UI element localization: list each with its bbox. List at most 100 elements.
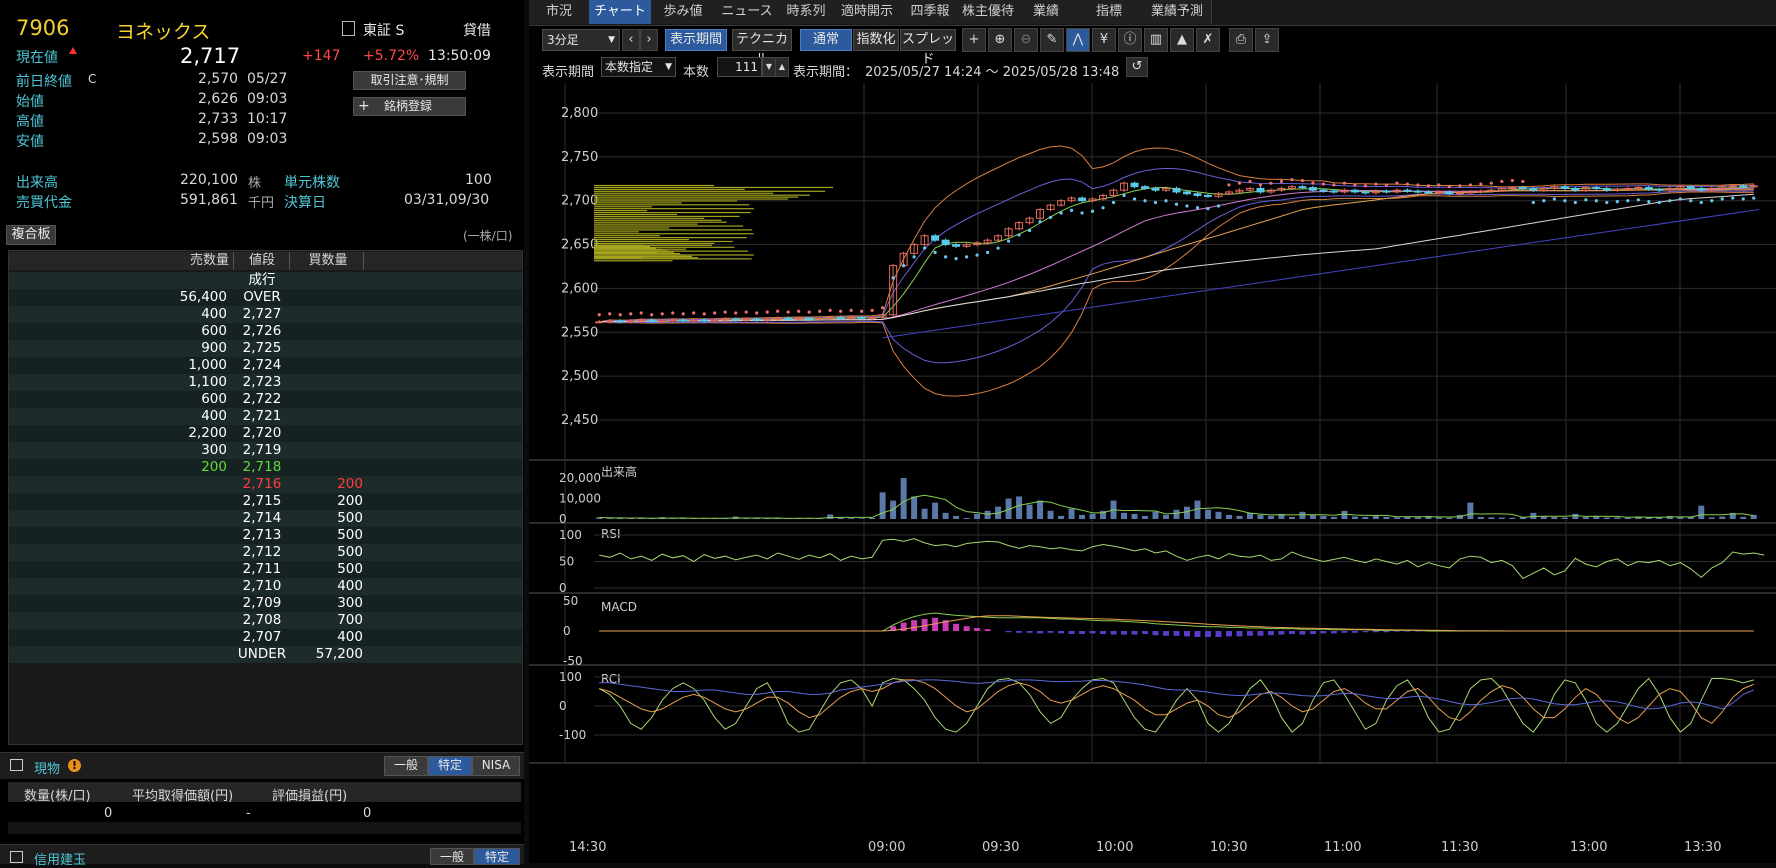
period-button[interactable]: 表示期間	[665, 29, 727, 51]
parabolic-sar-dot	[965, 255, 968, 258]
volume-bar	[1215, 512, 1221, 519]
trend-icon[interactable]: ⋀	[1066, 28, 1090, 52]
chart-tab[interactable]: 指標	[1075, 0, 1144, 24]
orderbook-row[interactable]: 2,712 500	[9, 544, 522, 561]
orderbook-row[interactable]: 400 2,721	[9, 408, 522, 425]
chart-tab[interactable]: 業績	[1017, 0, 1076, 24]
candle-icon[interactable]: ▥	[1144, 28, 1168, 52]
print-icon[interactable]: ⎙	[1229, 28, 1253, 52]
orderbook-row[interactable]: 600 2,722	[9, 391, 522, 408]
volume-bar	[1698, 506, 1704, 519]
margin-tab-specific[interactable]: 特定	[474, 848, 520, 865]
export-icon[interactable]: ⇪	[1255, 28, 1279, 52]
candle	[1362, 192, 1369, 193]
orderbook-row[interactable]: 2,716 200	[9, 476, 522, 493]
orderbook-row[interactable]: 2,710 400	[9, 578, 522, 595]
zoom-out-icon[interactable]: ⊖	[1014, 28, 1038, 52]
holdings-avg-header: 平均取得価額(円)	[132, 785, 233, 804]
wrench-icon[interactable]: ✗	[1196, 28, 1220, 52]
macd-histogram-bar	[1027, 631, 1033, 633]
chart-tab[interactable]: ニュース	[715, 0, 780, 24]
macd-histogram-bar	[1352, 631, 1358, 633]
window-icon[interactable]	[10, 759, 23, 771]
info-icon[interactable]: ⓘ	[1118, 28, 1142, 52]
chart-tab[interactable]: 適時開示	[833, 0, 902, 24]
volume-bar	[985, 511, 991, 519]
candle	[1173, 188, 1180, 192]
stock-code: 7906	[16, 16, 69, 40]
holdings-tab-general[interactable]: 一般	[384, 756, 428, 776]
volume-bar	[943, 513, 949, 519]
chart-tab[interactable]: 株主優待	[959, 0, 1018, 24]
normal-button[interactable]: 通常	[800, 29, 852, 51]
chart-tab[interactable]: チャート	[589, 0, 652, 24]
volume-bar	[1740, 517, 1746, 519]
orderbook-title[interactable]: 複合板	[6, 225, 56, 245]
pencil-icon[interactable]: ✎	[1040, 28, 1064, 52]
orderbook-row[interactable]: 2,707 400	[9, 629, 522, 646]
holdings-tab-specific[interactable]: 特定	[428, 756, 472, 776]
add-watchlist-button[interactable]: + 銘柄登録	[353, 97, 466, 116]
orderbook-row[interactable]: 1,100 2,723	[9, 374, 522, 391]
rsi-tick-label: 100	[559, 528, 582, 542]
spread-button[interactable]: スプレッド	[900, 29, 956, 51]
trading-rules-button[interactable]: 取引注意･規制	[353, 71, 466, 90]
zoom-in-icon[interactable]: ⊕	[988, 28, 1012, 52]
buy-qty: 200	[293, 493, 363, 510]
area-chart-icon[interactable]: ▲	[1170, 28, 1194, 52]
orderbook-row[interactable]: 56,400 OVER	[9, 289, 522, 306]
orderbook-row[interactable]: 2,711 500	[9, 561, 522, 578]
volume-bar	[1048, 511, 1054, 519]
volume-bar	[1205, 510, 1211, 519]
margin-tab-general[interactable]: 一般	[430, 848, 474, 865]
reset-icon[interactable]: ↺	[1126, 57, 1148, 77]
parabolic-sar-dot	[1563, 199, 1566, 202]
macd-histogram-bar	[1373, 631, 1379, 632]
stock-chart[interactable]: 14:3009:0009:3010:0010:3011:0011:3013:00…	[529, 83, 1776, 863]
orderbook-row[interactable]: 200 2,718	[9, 459, 522, 476]
holdings-tab-nisa[interactable]: NISA	[472, 756, 520, 776]
count-input[interactable]: 111	[717, 57, 762, 77]
window-icon[interactable]	[10, 851, 23, 863]
candle	[753, 319, 760, 320]
orderbook-row[interactable]: 300 2,719	[9, 442, 522, 459]
orderbook-row[interactable]: 600 2,726	[9, 323, 522, 340]
orderbook-row[interactable]: UNDER 57,200	[9, 646, 522, 663]
chevron-left-icon[interactable]: ‹	[622, 29, 640, 51]
chart-tab[interactable]: 歩み値	[651, 0, 716, 24]
volume-bar	[1163, 515, 1169, 519]
orderbook-row[interactable]: 成行	[9, 272, 522, 289]
chart-tab[interactable]: 四季報	[901, 0, 960, 24]
index-button[interactable]: 指数化	[853, 29, 899, 51]
orderbook-row[interactable]: 2,708 700	[9, 612, 522, 629]
volume-profile-bar	[594, 204, 749, 205]
candle	[1142, 187, 1149, 189]
period-mode-select[interactable]: 本数指定 ▼	[601, 57, 676, 77]
orderbook-row[interactable]: 2,713 500	[9, 527, 522, 544]
macd-histogram-bar	[985, 629, 991, 631]
orderbook-row[interactable]: 2,709 300	[9, 595, 522, 612]
orderbook-row[interactable]: 2,715 200	[9, 493, 522, 510]
orderbook-row[interactable]: 1,000 2,724	[9, 357, 522, 374]
crosshair-icon[interactable]: +	[962, 28, 986, 52]
spin-down-icon[interactable]: ▼	[762, 57, 776, 77]
spin-up-icon[interactable]: ▲	[775, 57, 789, 77]
orderbook-row[interactable]: 2,200 2,720	[9, 425, 522, 442]
orderbook-row[interactable]: 400 2,727	[9, 306, 522, 323]
macd-histogram-bar	[1415, 631, 1421, 632]
price-level: 2,727	[235, 306, 289, 323]
volume-profile-bar	[594, 229, 752, 230]
volume-profile-bar	[594, 185, 714, 186]
orderbook-row[interactable]: 900 2,725	[9, 340, 522, 357]
chart-tab[interactable]: 市況	[529, 0, 590, 24]
yen-icon[interactable]: ¥	[1092, 28, 1116, 52]
chevron-right-icon[interactable]: ›	[640, 29, 658, 51]
volume-bar	[1551, 517, 1557, 519]
volume-profile-bar	[594, 257, 698, 258]
chart-tab[interactable]: 業績予測	[1143, 0, 1212, 24]
orderbook-row[interactable]: 2,714 500	[9, 510, 522, 527]
buy-qty: 500	[293, 527, 363, 544]
interval-select[interactable]: 3分足 ▼	[542, 29, 620, 51]
technical-button[interactable]: テクニカル	[732, 29, 792, 51]
chart-tab[interactable]: 時系列	[779, 0, 834, 24]
